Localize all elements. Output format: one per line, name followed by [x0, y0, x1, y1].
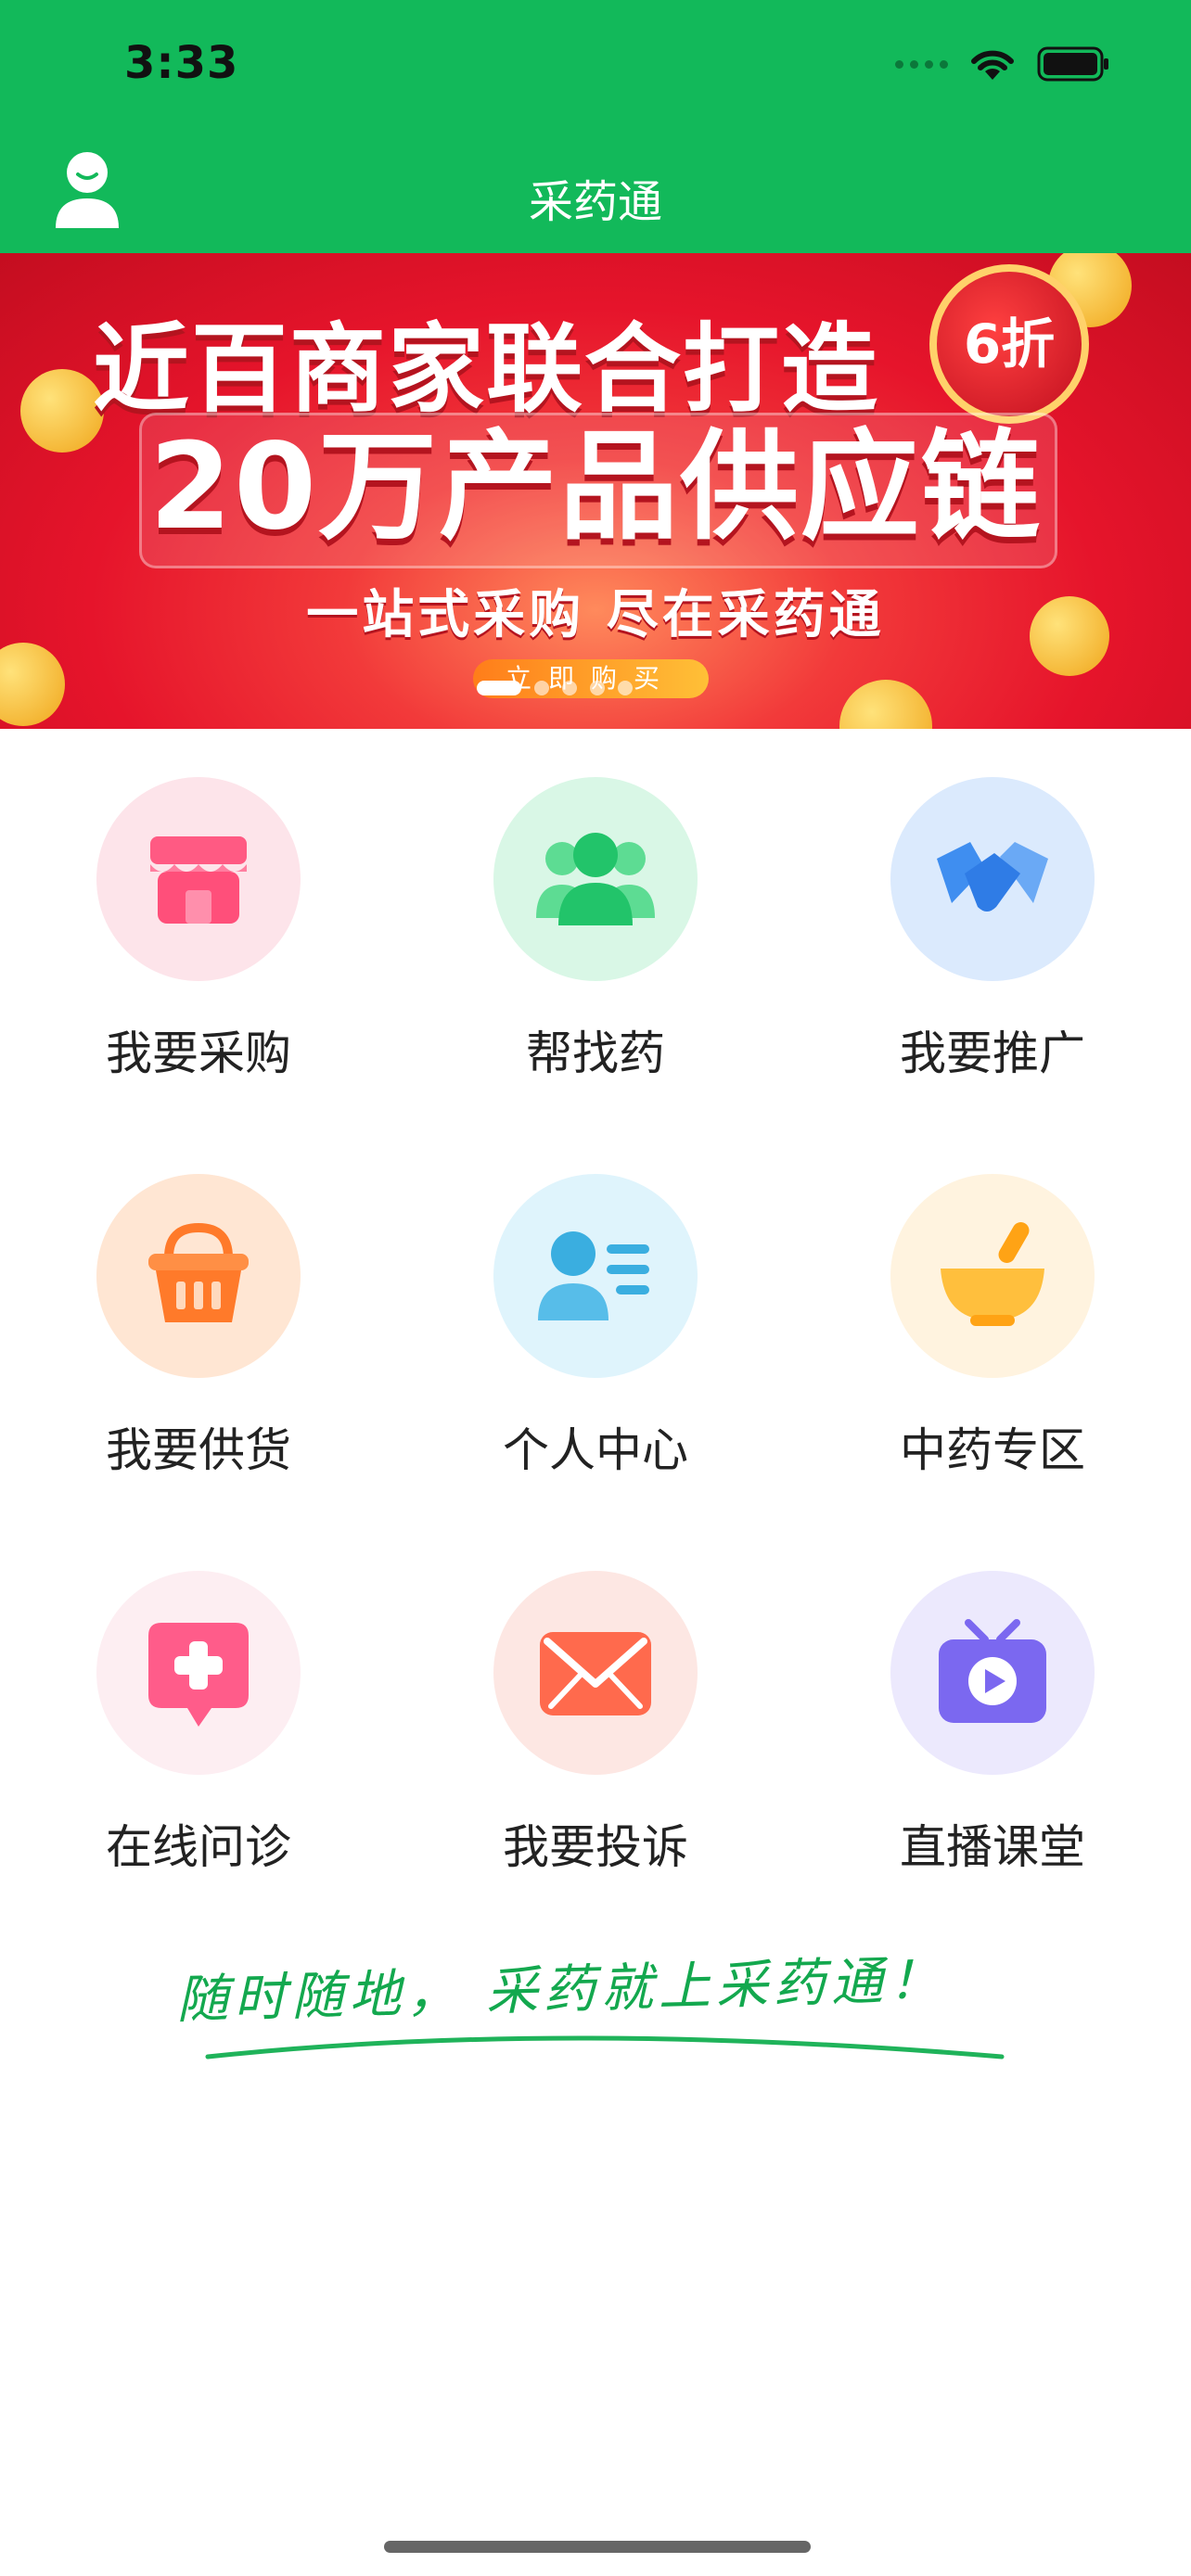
slogan-underline	[205, 2035, 1005, 2060]
menu-item-find-medicine[interactable]: 帮找药	[397, 729, 794, 1126]
menu-item-complaint[interactable]: 我要投诉	[397, 1523, 794, 1919]
carousel-dot[interactable]	[534, 681, 549, 695]
handshake-icon	[937, 842, 1048, 912]
menu-label: 我要供货	[106, 1423, 291, 1477]
promo-banner[interactable]: 近百商家联合打造 6折 20万产品供应链 一站式采购 尽在采药通 立即购买	[0, 253, 1191, 729]
carousel-dot[interactable]	[590, 681, 605, 695]
coin-decoration	[0, 643, 65, 726]
menu-label: 在线问诊	[106, 1820, 291, 1874]
app-header: 3:33 采药通	[0, 0, 1191, 253]
menu-item-personal-center[interactable]: 个人中心	[397, 1126, 794, 1523]
mortar-icon	[941, 1222, 1044, 1326]
status-icons	[895, 46, 1111, 82]
carousel-indicator[interactable]	[477, 681, 633, 695]
medical-chat-icon	[148, 1623, 249, 1727]
menu-label: 我要推广	[900, 1027, 1085, 1080]
menu-item-live-class[interactable]: 直播课堂	[794, 1523, 1191, 1919]
icon-circle	[96, 1174, 301, 1378]
carousel-dot[interactable]	[618, 681, 633, 695]
menu-item-chinese-medicine[interactable]: 中药专区	[794, 1126, 1191, 1523]
icon-circle	[890, 1174, 1095, 1378]
envelope-icon	[540, 1632, 651, 1715]
icon-circle	[96, 1571, 301, 1775]
coin-decoration	[20, 369, 104, 453]
banner-tagline: 一站式采购 尽在采药通	[306, 585, 885, 645]
menu-label: 个人中心	[503, 1423, 688, 1477]
tv-play-icon	[939, 1619, 1046, 1723]
store-icon	[150, 836, 247, 924]
icon-circle	[890, 1571, 1095, 1775]
icon-circle	[96, 777, 301, 981]
menu-label: 中药专区	[900, 1423, 1085, 1477]
icon-circle	[493, 1571, 698, 1775]
icon-circle	[493, 777, 698, 981]
signal-icon	[895, 59, 948, 69]
banner-subheadline: 20万产品供应链	[148, 418, 1043, 556]
icon-circle	[890, 777, 1095, 981]
menu-item-promote[interactable]: 我要推广	[794, 729, 1191, 1126]
menu-label: 帮找药	[526, 1027, 665, 1080]
wifi-icon	[971, 50, 1014, 80]
id-card-icon	[538, 1231, 649, 1320]
basket-icon	[148, 1222, 249, 1322]
icon-circle	[493, 1174, 698, 1378]
people-icon	[536, 833, 655, 925]
carousel-dot[interactable]	[562, 681, 577, 695]
carousel-dot-active[interactable]	[477, 681, 521, 695]
menu-label: 我要采购	[106, 1027, 291, 1080]
battery-icon	[1037, 46, 1108, 82]
status-time: 3:33	[124, 37, 239, 89]
page-title: 采药通	[528, 176, 662, 228]
menu-label: 直播课堂	[900, 1820, 1085, 1874]
menu-label: 我要投诉	[503, 1820, 688, 1874]
banner-headline: 近百商家联合打造	[93, 312, 880, 426]
discount-badge: 6折	[929, 264, 1089, 424]
home-indicator[interactable]	[384, 2541, 811, 2553]
coin-decoration	[839, 680, 932, 729]
menu-item-online-consult[interactable]: 在线问诊	[0, 1523, 397, 1919]
menu-item-purchase[interactable]: 我要采购	[0, 729, 397, 1126]
menu-item-supply[interactable]: 我要供货	[0, 1126, 397, 1523]
